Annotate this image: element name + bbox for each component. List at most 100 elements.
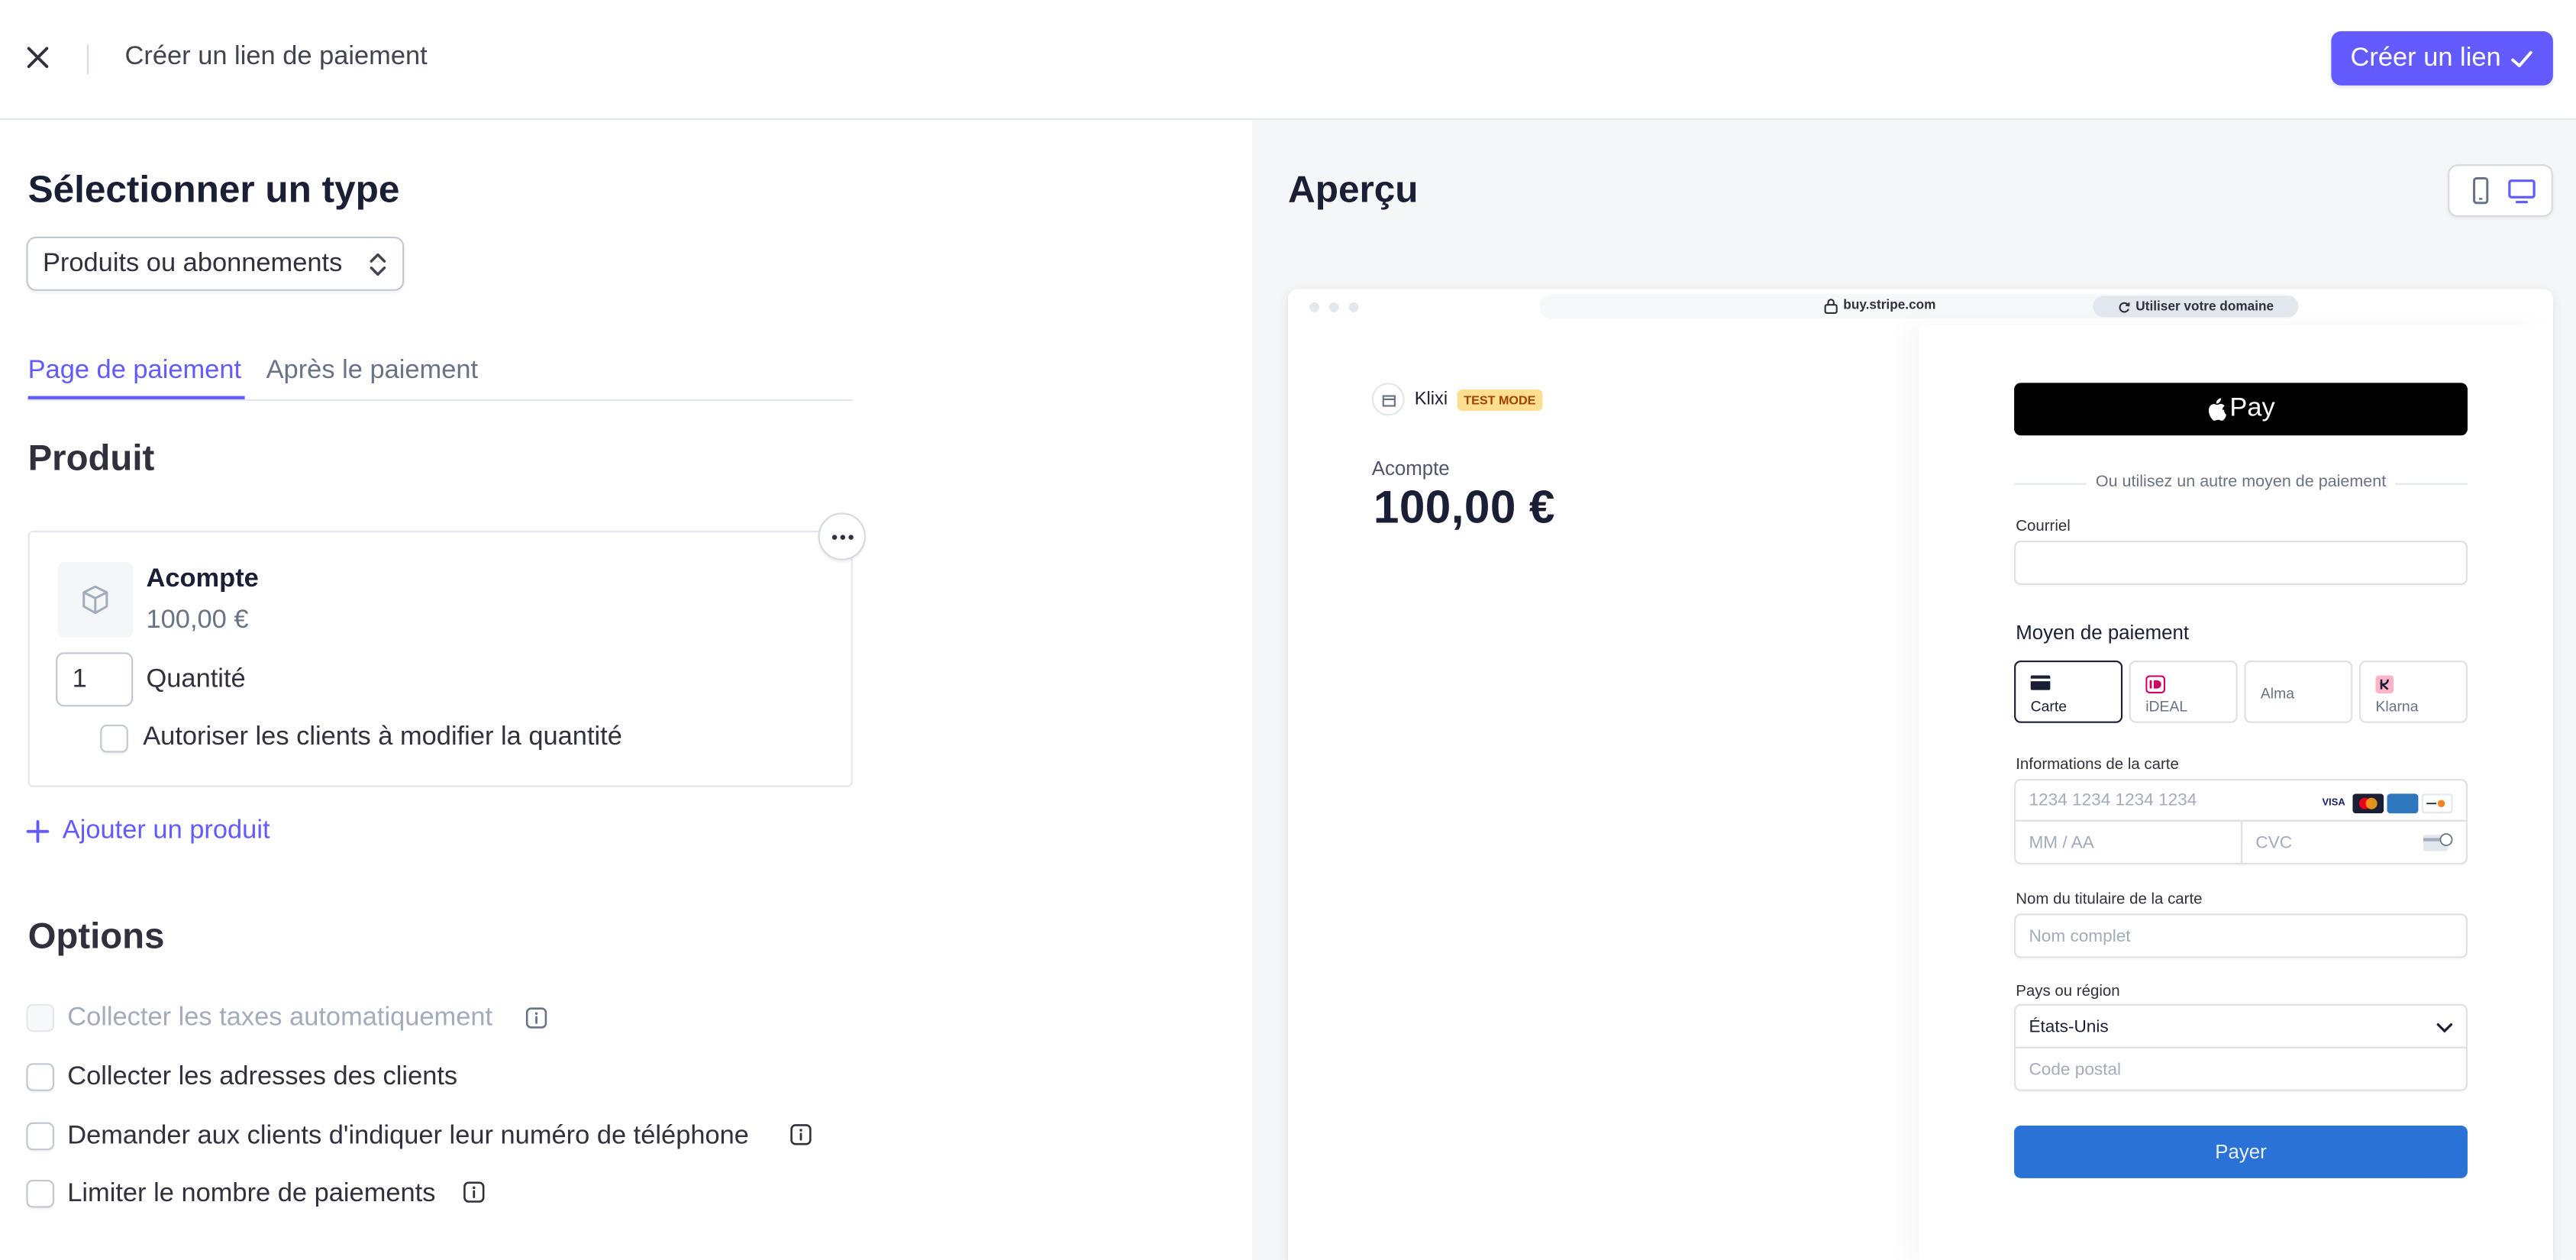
info-icon[interactable] xyxy=(463,1181,485,1203)
top-bar: Créer un lien de paiement Créer un lien xyxy=(0,0,2576,121)
ideal-icon xyxy=(2145,675,2166,694)
collect-addresses-label: Collecter les adresses des clients xyxy=(67,1063,458,1091)
checkout-preview: buy.stripe.com Utiliser votre domaine Kl… xyxy=(1288,289,2553,1260)
pay-button[interactable]: Payer xyxy=(2014,1125,2468,1178)
check-icon xyxy=(2511,50,2533,66)
chevron-up-down-icon xyxy=(370,253,386,276)
card-number-placeholder: 1234 1234 1234 1234 xyxy=(2029,790,2197,810)
visa-icon: VISA xyxy=(2318,793,2350,814)
cardholder-field[interactable]: Nom complet xyxy=(2014,913,2468,958)
mastercard-icon xyxy=(2352,793,2384,814)
payment-method-label: Alma xyxy=(2260,685,2295,702)
use-domain-button[interactable]: Utiliser votre domaine xyxy=(2093,296,2299,318)
tabs: Page de paiement Après le paiement xyxy=(27,351,853,402)
plus-icon xyxy=(26,819,50,843)
allow-adjust-quantity-label: Autoriser les clients à modifier la quan… xyxy=(143,722,622,751)
active-tab-indicator xyxy=(27,396,245,399)
cvc-placeholder: CVC xyxy=(2255,832,2293,852)
collect-taxes-label: Collecter les taxes automatiquement xyxy=(67,1003,493,1032)
payment-method-alma[interactable]: Alma xyxy=(2244,661,2353,723)
payment-method-ideal[interactable]: iDEAL xyxy=(2129,661,2238,723)
info-icon[interactable] xyxy=(790,1124,812,1145)
device-switcher xyxy=(2448,164,2553,218)
merchant-name: Klixi xyxy=(1414,389,1448,409)
card-brands: VISA xyxy=(2318,793,2453,814)
cardholder-placeholder: Nom complet xyxy=(2029,926,2131,946)
tab-payment-page[interactable]: Page de paiement xyxy=(28,357,241,386)
expiry-field[interactable]: MM / AA xyxy=(2014,819,2243,864)
discover-icon xyxy=(2421,793,2453,814)
collect-addresses-checkbox[interactable] xyxy=(26,1063,55,1091)
limit-payments-checkbox[interactable] xyxy=(26,1179,55,1208)
ellipsis-icon xyxy=(831,534,853,539)
cvc-field[interactable]: CVC xyxy=(2241,819,2468,864)
payment-method-klarna[interactable]: Klarna xyxy=(2358,661,2468,723)
limit-payments-label: Limiter le nombre de paiements xyxy=(67,1179,436,1208)
lock-icon xyxy=(1824,299,1838,314)
payment-method-card[interactable]: Carte xyxy=(2014,661,2123,723)
header-divider xyxy=(87,44,89,74)
collect-taxes-checkbox[interactable] xyxy=(26,1003,55,1032)
preview-heading: Aperçu xyxy=(1288,167,1419,211)
info-icon[interactable] xyxy=(525,1007,547,1029)
country-select[interactable]: États-Unis xyxy=(2014,1003,2468,1048)
checkout-item-label: Acompte xyxy=(1371,457,1450,480)
type-select-value: Produits ou abonnements xyxy=(42,248,343,277)
postal-code-field[interactable]: Code postal xyxy=(2014,1046,2468,1091)
credit-card-icon xyxy=(2030,675,2051,690)
product-price: 100,00 € xyxy=(146,606,249,635)
tab-after-payment[interactable]: Après le paiement xyxy=(266,357,479,386)
email-label: Courriel xyxy=(2016,517,2071,536)
chevron-down-icon xyxy=(2436,1023,2453,1033)
select-type-heading: Sélectionner un type xyxy=(27,167,400,211)
klarna-icon xyxy=(2375,675,2394,694)
allow-adjust-quantity-checkbox[interactable] xyxy=(100,724,128,753)
or-text: Ou utilisez un autre moyen de paiement xyxy=(2095,473,2387,492)
country-value: États-Unis xyxy=(2029,1016,2109,1036)
apple-icon xyxy=(2209,398,2227,421)
quantity-label: Quantité xyxy=(146,665,246,694)
checkout-amount: 100,00 € xyxy=(1373,481,1555,533)
or-divider: Ou utilisez un autre moyen de paiement xyxy=(2014,473,2468,496)
desktop-icon[interactable] xyxy=(2507,176,2537,205)
product-name: Acompte xyxy=(146,565,259,593)
mobile-icon[interactable] xyxy=(2466,176,2496,205)
type-select[interactable]: Produits ou abonnements xyxy=(26,236,405,291)
merchant-icon xyxy=(1371,383,1405,416)
refresh-icon xyxy=(2119,301,2130,312)
browser-bar: buy.stripe.com Utiliser votre domaine xyxy=(1288,289,2553,326)
payment-method-label: iDEAL xyxy=(2145,698,2188,716)
require-phone-checkbox[interactable] xyxy=(26,1122,55,1151)
amex-icon xyxy=(2387,793,2419,814)
test-mode-badge: TEST MODE xyxy=(1457,389,1543,411)
create-link-button[interactable]: Créer un lien xyxy=(2331,31,2553,86)
page-title: Créer un lien de paiement xyxy=(124,42,428,71)
payment-method-heading: Moyen de paiement xyxy=(2016,621,2190,645)
product-image xyxy=(57,561,134,638)
apple-pay-button[interactable]: Pay xyxy=(2014,383,2468,436)
card-info-label: Informations de la carte xyxy=(2016,755,2179,774)
more-options-button[interactable] xyxy=(818,512,866,561)
store-icon xyxy=(1381,394,1395,406)
add-product-button[interactable]: Ajouter un produit xyxy=(26,816,270,846)
product-heading: Produit xyxy=(27,437,155,479)
quantity-input[interactable]: 1 xyxy=(56,652,134,707)
url-text: buy.stripe.com xyxy=(1843,297,1936,312)
cardholder-label: Nom du titulaire de la carte xyxy=(2016,890,2203,909)
payment-method-label: Klarna xyxy=(2375,698,2419,716)
email-field[interactable] xyxy=(2014,540,2468,586)
require-phone-label: Demander aux clients d'indiquer leur num… xyxy=(67,1122,749,1151)
apple-pay-label: Pay xyxy=(2229,394,2275,423)
options-heading: Options xyxy=(27,915,165,957)
card-number-field[interactable]: 1234 1234 1234 1234 VISA xyxy=(2014,778,2468,822)
add-product-label: Ajouter un produit xyxy=(62,816,270,845)
expiry-placeholder: MM / AA xyxy=(2029,832,2094,852)
window-dot xyxy=(1309,302,1319,312)
close-icon[interactable] xyxy=(21,41,54,74)
cvc-card-icon xyxy=(2423,833,2453,851)
country-label: Pays ou région xyxy=(2016,982,2120,1001)
box-icon xyxy=(82,585,108,615)
postal-code-placeholder: Code postal xyxy=(2029,1058,2122,1079)
window-dot xyxy=(1328,302,1339,312)
use-domain-label: Utiliser votre domaine xyxy=(2135,299,2274,314)
